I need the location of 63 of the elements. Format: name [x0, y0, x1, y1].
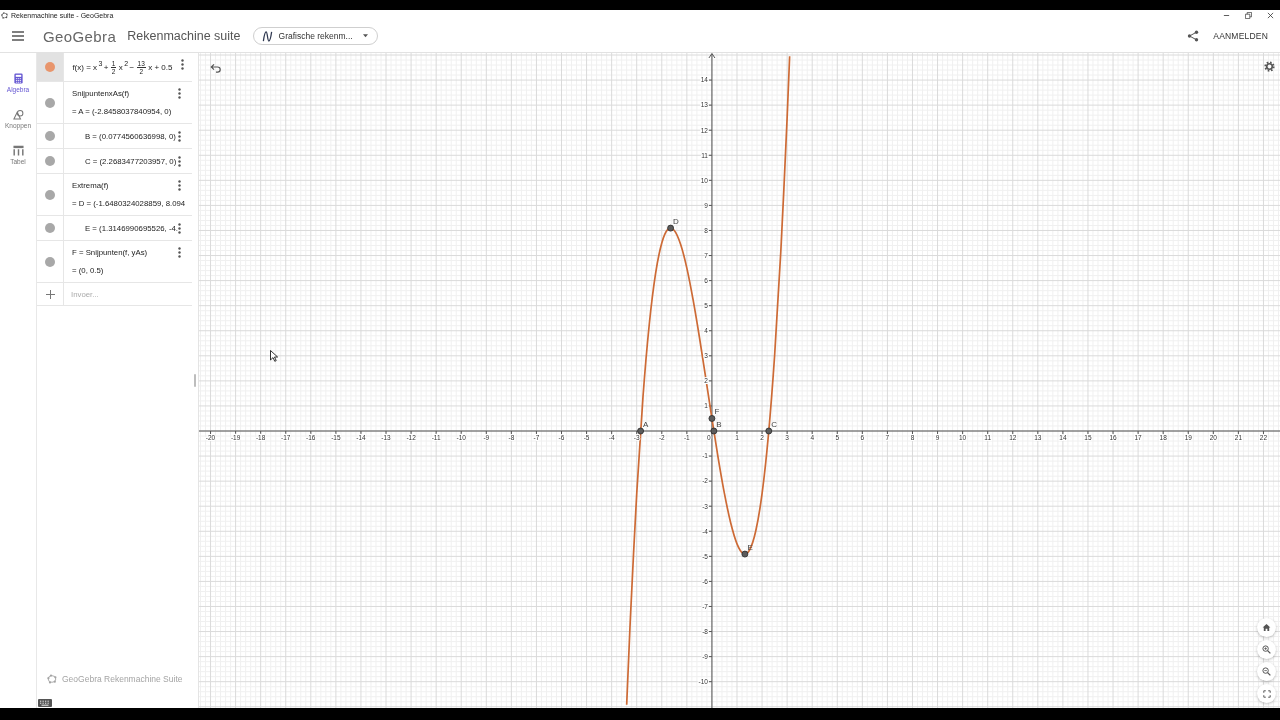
point-label: A	[643, 420, 649, 429]
settings-button[interactable]	[1264, 61, 1275, 72]
mouse-cursor-icon	[270, 350, 278, 362]
point-marker[interactable]	[765, 427, 773, 435]
zoom-in-button[interactable]	[1257, 640, 1276, 659]
more-options-icon[interactable]	[178, 247, 181, 258]
fullscreen-icon	[1262, 689, 1271, 698]
app-title: Rekenmachine suite	[127, 29, 241, 43]
more-options-icon[interactable]	[178, 131, 181, 142]
point-label: B	[716, 420, 722, 429]
zoom-in-icon	[1262, 645, 1271, 654]
point-marker[interactable]	[710, 427, 718, 435]
settings-icon	[1264, 61, 1275, 72]
point-marker[interactable]	[637, 427, 644, 435]
app-switcher[interactable]: Grafische rekenm...	[252, 27, 378, 45]
close-icon	[1266, 11, 1274, 19]
visibility-dot-icon[interactable]	[45, 156, 55, 166]
point-label: D	[673, 217, 679, 227]
resize-handle[interactable]	[194, 374, 196, 387]
more-options-icon[interactable]	[178, 223, 181, 234]
fullscreen-button[interactable]	[1257, 684, 1276, 703]
point-label: F	[714, 407, 720, 417]
visibility-dot-icon[interactable]	[45, 223, 55, 233]
table-icon	[12, 145, 24, 156]
share-icon	[1187, 30, 1200, 42]
visibility-dot-icon[interactable]	[45, 189, 55, 200]
dotted-ring-icon	[1, 11, 8, 19]
point-label: C	[771, 420, 778, 429]
home-button[interactable]	[1257, 618, 1276, 637]
dotted-ring-icon	[47, 674, 57, 684]
keyboard-button[interactable]	[38, 699, 52, 707]
point-label: E	[747, 543, 753, 553]
visibility-dot-icon[interactable]	[45, 256, 55, 267]
zoom-out-button[interactable]	[1257, 662, 1276, 681]
zoom-out-icon	[1262, 667, 1271, 676]
point-marker[interactable]	[708, 415, 716, 422]
plus-icon[interactable]	[45, 289, 55, 299]
logo-text: GeoGebra	[43, 27, 117, 45]
undo-icon	[210, 63, 222, 73]
menu-button[interactable]	[12, 31, 24, 41]
keyboard-icon	[38, 699, 52, 707]
visibility-dot-icon[interactable]	[45, 131, 55, 141]
menu-icon	[12, 31, 24, 41]
shapes-icon	[12, 109, 24, 120]
more-options-icon[interactable]	[181, 59, 184, 70]
wave-graph-icon	[261, 30, 273, 42]
point-marker[interactable]	[741, 550, 749, 558]
close-button[interactable]	[1265, 10, 1275, 20]
restore-icon	[1244, 11, 1252, 19]
home-icon	[1262, 623, 1271, 632]
visibility-dot-icon[interactable]	[45, 62, 55, 72]
share-button[interactable]	[1187, 30, 1200, 42]
undo-button[interactable]	[210, 63, 222, 73]
sign-in-button[interactable]: AANMELDEN	[1213, 31, 1268, 41]
restore-button[interactable]	[1243, 10, 1253, 20]
more-options-icon[interactable]	[178, 88, 181, 99]
visibility-dot-icon[interactable]	[45, 97, 55, 108]
calculator-icon	[12, 73, 24, 84]
more-options-icon[interactable]	[178, 180, 181, 191]
point-marker[interactable]	[667, 224, 674, 232]
footer-text: GeoGebra Rekenmachine Suite	[62, 674, 183, 684]
caret-icon	[362, 34, 368, 38]
more-options-icon[interactable]	[178, 156, 181, 167]
